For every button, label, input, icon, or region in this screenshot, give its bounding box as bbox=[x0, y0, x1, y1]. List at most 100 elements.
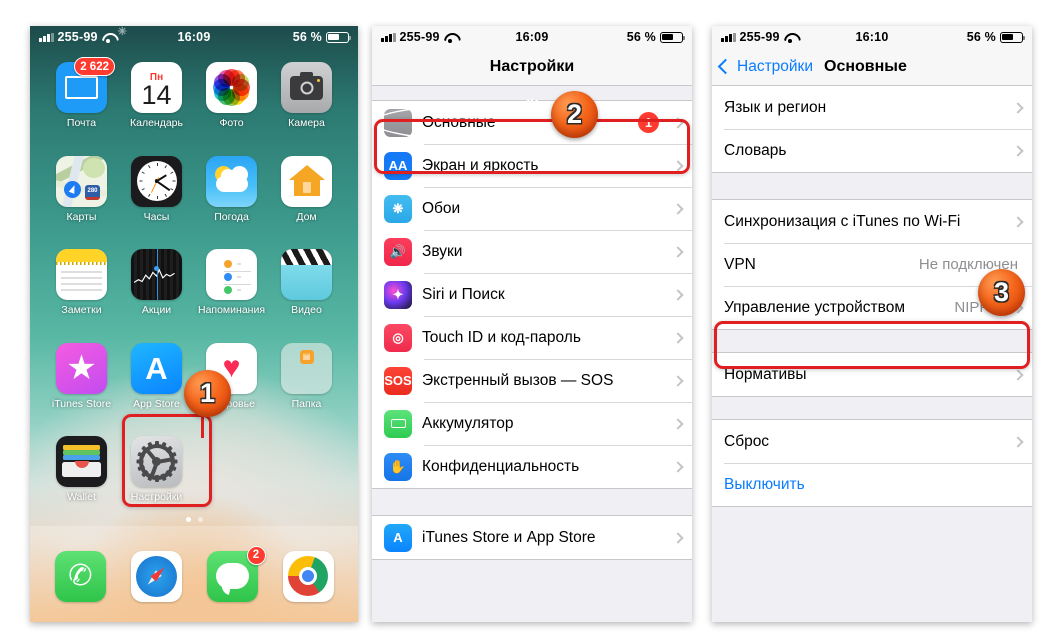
row-label: Звуки bbox=[422, 242, 463, 260]
calendar-icon: Пн 14 bbox=[131, 62, 182, 113]
dock-app-phone[interactable]: ✆ bbox=[54, 547, 106, 602]
app-home[interactable]: Дом bbox=[269, 152, 344, 246]
general-row-regulatory[interactable]: Нормативы bbox=[712, 353, 1032, 396]
wifi-icon bbox=[102, 32, 115, 43]
row-label: Siri и Поиск bbox=[422, 285, 505, 303]
settings-row-sounds[interactable]: 🔊 Звуки bbox=[372, 230, 692, 273]
app-label: Карты bbox=[66, 210, 97, 223]
app-mail[interactable]: 2 622 Почта bbox=[44, 57, 119, 152]
settings-list[interactable]: Основные 1 AA Экран и яркость ❋ Обои 🔊 З… bbox=[372, 86, 692, 622]
maps-icon: 280 bbox=[56, 155, 107, 207]
chevron-right-icon bbox=[672, 288, 684, 301]
dock-app-chrome[interactable] bbox=[282, 547, 334, 602]
app-videos[interactable]: Видео bbox=[269, 245, 344, 339]
app-label: Почта bbox=[66, 117, 97, 129]
phone-settings-list: 255-99 16:09 56 % Настройки Основные 1 A… bbox=[372, 26, 692, 622]
list-gap-1 bbox=[372, 489, 692, 515]
settings-group-2: A iTunes Store и App Store bbox=[372, 515, 692, 560]
weather-icon bbox=[206, 155, 257, 207]
phone-general-settings: 255-99 16:10 56 % Настройки Основные Язы… bbox=[712, 26, 1032, 622]
dock-app-messages[interactable]: 2 bbox=[206, 545, 266, 602]
annotation-badge-3: 3 bbox=[978, 269, 1025, 316]
row-label: Нормативы bbox=[724, 365, 807, 383]
chevron-right-icon bbox=[1012, 435, 1024, 448]
settings-row-display[interactable]: AA Экран и яркость bbox=[372, 144, 692, 187]
mail-badge: 2 622 bbox=[74, 57, 115, 76]
app-camera[interactable]: Камера bbox=[269, 58, 344, 152]
app-settings[interactable]: Настройки bbox=[119, 432, 194, 526]
general-group-3: Нормативы bbox=[712, 352, 1032, 397]
settings-row-itunes-app-store[interactable]: A iTunes Store и App Store bbox=[372, 516, 692, 559]
app-reminders[interactable]: Напоминания bbox=[194, 245, 269, 339]
battery-percent-label: 56 % bbox=[292, 30, 322, 44]
settings-row-wallpaper[interactable]: ❋ Обои bbox=[372, 187, 692, 230]
app-folder[interactable]: ▤ Папка bbox=[269, 339, 344, 433]
itunes-store-icon: ★ bbox=[56, 342, 107, 394]
dock-app-safari[interactable] bbox=[130, 547, 182, 602]
app-label: Акции bbox=[141, 304, 172, 317]
settings-row-battery[interactable]: Аккумулятор bbox=[372, 402, 692, 445]
page-indicator[interactable] bbox=[30, 517, 358, 522]
row-label: Управление устройством bbox=[724, 298, 905, 316]
app-label: Видео bbox=[291, 304, 322, 317]
settings-row-general[interactable]: Основные 1 bbox=[372, 99, 692, 144]
messages-badge: 2 bbox=[246, 545, 266, 565]
app-itunes-store[interactable]: ★ iTunes Store bbox=[44, 339, 119, 433]
general-group-1: Язык и регион Словарь bbox=[712, 86, 1032, 173]
home-app-icon bbox=[281, 155, 332, 207]
row-label: Сброс bbox=[724, 432, 770, 450]
back-button-label[interactable]: Настройки bbox=[737, 58, 813, 76]
app-maps[interactable]: 280 Карты bbox=[44, 152, 119, 246]
safari-compass-icon bbox=[130, 550, 182, 602]
chevron-right-icon bbox=[672, 531, 684, 544]
app-wallet[interactable]: Wallet bbox=[44, 432, 119, 526]
wallet-icon bbox=[56, 436, 107, 488]
battery-icon bbox=[1000, 31, 1026, 43]
row-label: Обои bbox=[422, 199, 461, 217]
carrier-label: 255-99 bbox=[399, 30, 440, 44]
battery-percent-label: 56 % bbox=[626, 30, 656, 44]
status-bar-general: 255-99 16:10 56 % bbox=[712, 26, 1032, 48]
status-right: 56 % bbox=[966, 30, 1026, 44]
home-screen-wallpaper: 255-99 16:09 56 % 2 622 Почта bbox=[30, 26, 358, 622]
app-label: Папка bbox=[291, 397, 322, 410]
app-app-store[interactable]: A App Store bbox=[119, 339, 194, 433]
camera-icon bbox=[281, 62, 332, 113]
app-label: iTunes Store bbox=[51, 397, 112, 410]
app-calendar[interactable]: Пн 14 Календарь bbox=[119, 58, 194, 152]
page-title: Основные bbox=[824, 57, 907, 75]
battery-icon bbox=[660, 31, 686, 43]
general-row-language-region[interactable]: Язык и регион bbox=[712, 86, 1032, 129]
app-clock[interactable]: Часы bbox=[119, 152, 194, 246]
chrome-icon bbox=[282, 550, 334, 602]
general-row-reset[interactable]: Сброс bbox=[712, 420, 1032, 463]
general-row-shutdown[interactable]: Выключить bbox=[712, 463, 1032, 506]
settings-gear-icon bbox=[131, 436, 182, 488]
row-label: Touch ID и код-пароль bbox=[422, 328, 581, 346]
app-notes[interactable]: Заметки bbox=[44, 245, 119, 339]
settings-row-siri[interactable]: ✦ Siri и Поиск bbox=[372, 273, 692, 316]
battery-percent-label: 56 % bbox=[966, 30, 996, 44]
wifi-icon bbox=[784, 32, 797, 43]
general-row-itunes-wifi-sync[interactable]: Синхронизация с iTunes по Wi-Fi bbox=[712, 200, 1032, 243]
row-label: iTunes Store и App Store bbox=[422, 528, 596, 546]
general-list[interactable]: Язык и регион Словарь Синхронизация с iT… bbox=[712, 86, 1032, 622]
signal-bars-icon bbox=[39, 32, 54, 42]
settings-row-privacy[interactable]: ✋ Конфиденциальность bbox=[372, 445, 692, 488]
settings-row-sos[interactable]: SOS Экстренный вызов — SOS bbox=[372, 359, 692, 402]
chevron-right-icon bbox=[1012, 368, 1024, 381]
app-photos[interactable]: Фото bbox=[194, 58, 269, 152]
gear-icon bbox=[372, 99, 692, 144]
screenshot-stage: 255-99 16:09 56 % 2 622 Почта bbox=[0, 0, 1064, 632]
settings-row-touch-id[interactable]: ◎ Touch ID и код-пароль bbox=[372, 316, 692, 359]
battery-icon bbox=[326, 31, 352, 43]
app-icon-grid: 2 622 Почта Пн 14 Календарь Фото Камера … bbox=[30, 52, 358, 526]
row-label: Язык и регион bbox=[724, 98, 827, 116]
back-chevron-icon[interactable] bbox=[717, 58, 734, 75]
app-slot-empty-2 bbox=[269, 432, 344, 526]
status-right: 56 % bbox=[626, 30, 686, 44]
status-left: 255-99 bbox=[39, 27, 129, 44]
app-weather[interactable]: Погода bbox=[194, 152, 269, 246]
general-row-dictionary[interactable]: Словарь bbox=[712, 129, 1032, 172]
app-stocks[interactable]: Акции bbox=[119, 245, 194, 339]
